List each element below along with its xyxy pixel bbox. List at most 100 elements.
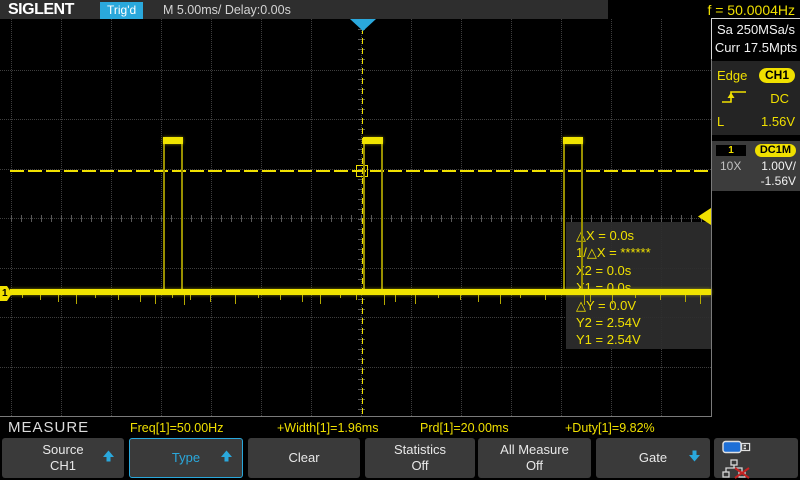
waveform-noise-tick — [635, 295, 636, 298]
usb-device-icon — [722, 440, 798, 460]
measure-freq: Freq[1]=50.00Hz — [130, 421, 223, 435]
waveform-noise-tick — [700, 295, 701, 304]
trigger-panel[interactable]: Edge CH1 DC L 1.56V — [712, 61, 800, 135]
source-button-value: CH1 — [50, 458, 76, 474]
type-button-label: Type — [172, 450, 200, 466]
measure-period: Prd[1]=20.00ms — [420, 421, 509, 435]
waveform-noise-tick — [302, 295, 303, 302]
waveform-noise-spike — [184, 295, 185, 305]
gate-button[interactable]: Gate — [596, 438, 710, 478]
waveform-noise-tick — [140, 295, 141, 302]
measure-title: MEASURE — [8, 419, 89, 436]
cursor-y1: Y1 = 2.54V — [576, 331, 711, 348]
top-status-bar: SIGLENT Trig'd M 5.00ms/ Delay:0.00s f =… — [0, 0, 800, 19]
measure-width: +Width[1]=1.96ms — [277, 421, 378, 435]
grid-hline — [0, 119, 711, 120]
soft-menu: Source CH1 Type Clear Statistics Off All… — [0, 438, 800, 480]
waveform-noise-tick — [660, 295, 661, 300]
measure-duty: +Duty[1]=9.82% — [565, 421, 655, 435]
cursor-y2: Y2 = 2.54V — [576, 314, 711, 331]
waveform-pulse-top — [163, 137, 183, 144]
measure-bar: MEASURE Freq[1]=50.00Hz +Width[1]=1.96ms… — [0, 418, 800, 437]
waveform-noise-tick — [500, 295, 501, 304]
waveform-noise-tick — [395, 295, 396, 302]
waveform-display: △X = 0.0s 1/△X = ****** X2 = 0.0s X1 = 0… — [0, 19, 712, 417]
trigger-status-badge: Trig'd — [100, 2, 143, 19]
cursor-delta-y: △Y = 0.0V — [576, 297, 711, 314]
waveform-noise-tick — [460, 295, 461, 300]
statistics-button-value: Off — [411, 458, 428, 474]
arrow-up-icon — [220, 450, 233, 467]
cursor-crosshair-marker[interactable] — [356, 165, 368, 177]
channel-number-badge: 1 — [716, 145, 746, 156]
waveform-noise-tick — [190, 295, 191, 300]
oscilloscope-screen: { "top_bar": { "logo": "SIGLENT", "trigg… — [0, 0, 800, 480]
waveform-noise-tick — [95, 295, 96, 298]
all-measure-button-label: All Measure — [500, 442, 569, 458]
cursor-x2: X2 = 0.0s — [576, 262, 711, 279]
statistics-button[interactable]: Statistics Off — [365, 438, 475, 478]
cursor-readout-box: △X = 0.0s 1/△X = ****** X2 = 0.0s X1 = 0… — [566, 222, 711, 349]
arrow-down-icon — [688, 450, 701, 467]
channel-offset: -1.56V — [761, 174, 796, 188]
gate-button-label: Gate — [639, 450, 667, 466]
waveform-noise-tick — [210, 295, 211, 302]
waveform-noise-tick — [280, 295, 281, 300]
waveform-noise-tick — [118, 295, 119, 300]
waveform-noise-tick — [478, 295, 479, 302]
waveform-falling-edge — [581, 144, 583, 289]
waveform-noise-tick — [58, 295, 59, 302]
cursor-inv-delta-x: 1/△X = ****** — [576, 244, 711, 261]
brand-logo: SIGLENT — [8, 1, 74, 19]
probe-attenuation: 10X — [720, 159, 741, 173]
waveform-falling-edge — [181, 144, 183, 289]
waveform-noise-tick — [545, 295, 546, 300]
timebase-readout: M 5.00ms/ Delay:0.00s — [163, 3, 291, 17]
waveform-noise-tick — [415, 295, 416, 304]
waveform-noise-tick — [22, 295, 23, 298]
trigger-level-label: L — [717, 114, 724, 129]
acquisition-panel: Sa 250MSa/s Curr 17.5Mpts — [711, 18, 800, 59]
waveform-rising-edge — [363, 144, 365, 289]
all-measure-button[interactable]: All Measure Off — [478, 438, 591, 478]
cursor-delta-x: △X = 0.0s — [576, 227, 711, 244]
rising-edge-icon — [721, 89, 747, 108]
waveform-rising-edge — [563, 144, 565, 289]
waveform-noise-tick — [356, 295, 357, 300]
waveform-noise-tick — [155, 295, 156, 304]
waveform-noise-tick — [520, 295, 521, 298]
arrow-up-icon — [102, 450, 115, 467]
waveform-noise-spike — [584, 295, 585, 305]
clear-button[interactable]: Clear — [248, 438, 360, 478]
top-bar-background — [0, 0, 608, 19]
status-icon-tray — [714, 438, 798, 478]
source-button-label: Source — [42, 442, 83, 458]
waveform-falling-edge — [381, 144, 383, 289]
type-button[interactable]: Type — [129, 438, 243, 478]
grid-hline — [0, 70, 711, 71]
channel1-panel[interactable]: 1 DC1M 10X 1.00V/ -1.56V — [712, 141, 800, 191]
sample-rate: Sa 250MSa/s — [712, 21, 800, 39]
volts-per-div: 1.00V/ — [761, 159, 796, 173]
waveform-noise-tick — [235, 295, 236, 304]
grid-hline — [0, 367, 711, 368]
frequency-counter: f = 50.0004Hz — [707, 2, 795, 18]
waveform-noise-tick — [258, 295, 259, 298]
waveform-noise-tick — [685, 295, 686, 302]
waveform-noise-tick — [76, 295, 77, 304]
trigger-type: Edge — [717, 68, 747, 83]
waveform-noise-tick — [172, 295, 173, 298]
waveform-baseline — [10, 289, 711, 295]
lan-disconnected-icon — [722, 459, 798, 480]
waveform-noise-tick — [40, 295, 41, 300]
waveform-pulse-top — [563, 137, 583, 144]
waveform-noise-tick — [320, 295, 321, 304]
trigger-coupling: DC — [770, 91, 789, 106]
waveform-noise-tick — [612, 295, 613, 304]
source-button[interactable]: Source CH1 — [2, 438, 124, 478]
waveform-noise-spike — [384, 295, 385, 305]
waveform-noise-tick — [340, 295, 341, 298]
waveform-pulse-top — [363, 137, 383, 144]
trigger-level-value: 1.56V — [761, 114, 795, 129]
trigger-source-badge: CH1 — [759, 68, 795, 83]
